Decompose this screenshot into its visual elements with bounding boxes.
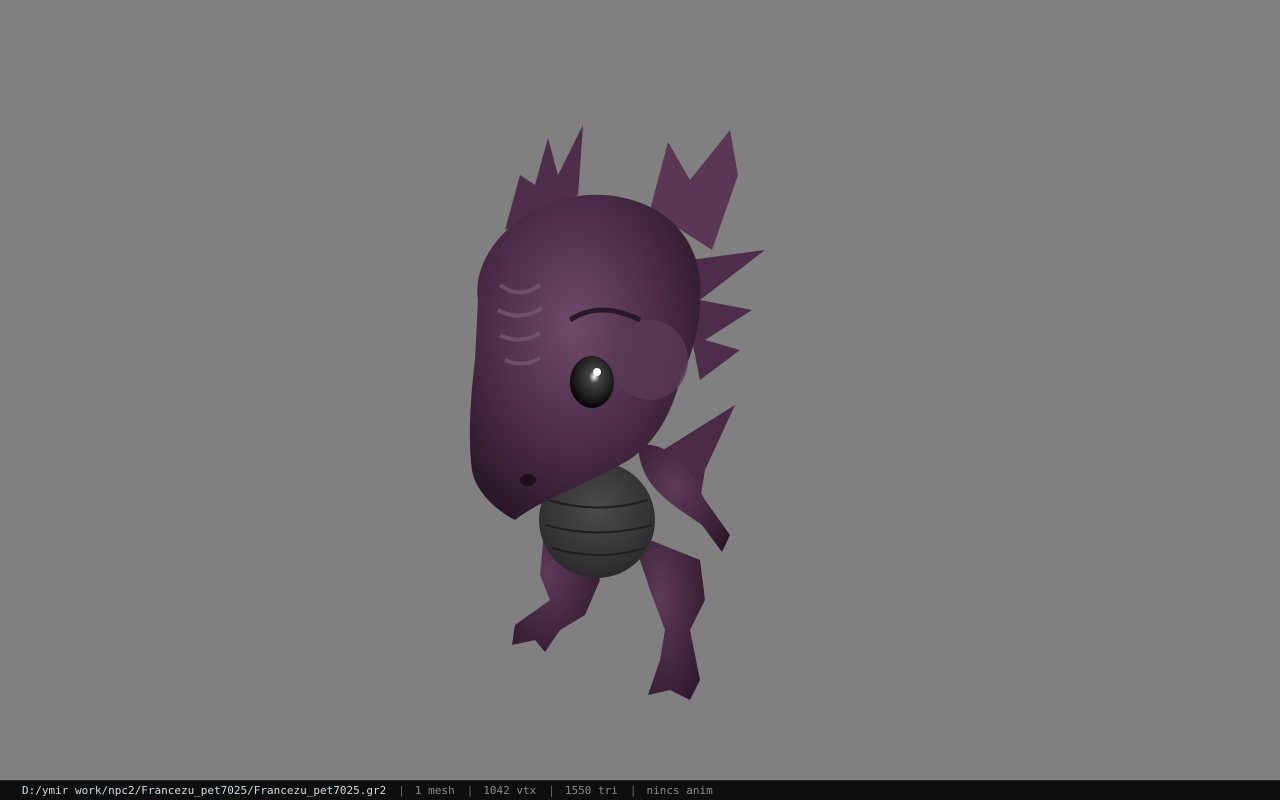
file-path-label: D:/ymir work/npc2/Francezu_pet7025/Franc… xyxy=(22,784,387,797)
status-separator: | xyxy=(398,784,405,797)
triangle-count-label: 1550 tri xyxy=(564,784,618,797)
status-separator: | xyxy=(548,784,555,797)
dragon-pet-model xyxy=(469,125,765,700)
mesh-count-label: 1 mesh xyxy=(414,784,455,797)
vertex-count-label: 1042 vtx xyxy=(483,784,537,797)
3d-viewport[interactable] xyxy=(0,0,1280,780)
animation-status-label: nincs anim xyxy=(646,784,713,797)
status-bar: D:/ymir work/npc2/Francezu_pet7025/Franc… xyxy=(0,780,1280,800)
status-separator: | xyxy=(629,784,637,797)
status-separator: | xyxy=(466,784,474,797)
dragon-neck-spikes xyxy=(690,250,765,380)
dragon-eye xyxy=(570,356,614,408)
